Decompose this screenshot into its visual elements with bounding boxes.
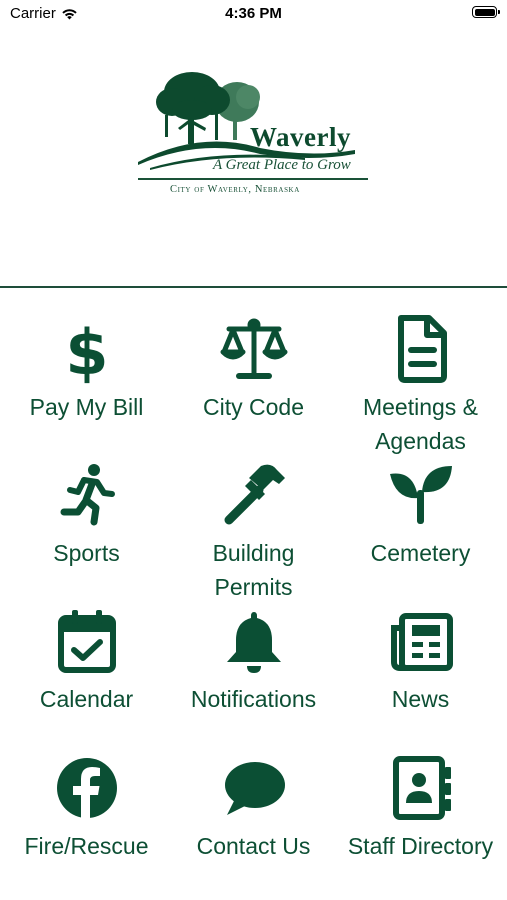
bell-icon <box>219 606 289 676</box>
logo-tagline: A Great Place to Grow <box>213 157 351 173</box>
newspaper-icon <box>386 606 456 676</box>
status-bar: Carrier 4:36 PM <box>0 0 507 28</box>
menu-item-label: Sports <box>53 540 120 566</box>
svg-text:$: $ <box>65 316 108 384</box>
menu-item-staff-directory[interactable]: Staff Directory <box>336 753 505 863</box>
menu-item-label: City Code <box>203 394 304 420</box>
menu-item-meetings-agendas[interactable]: Meetings & Agendas <box>336 314 505 458</box>
running-icon <box>52 460 122 530</box>
menu-item-contact-us[interactable]: Contact Us <box>169 753 338 863</box>
menu-item-cemetery[interactable]: Cemetery <box>336 460 505 570</box>
menu-item-calendar[interactable]: Calendar <box>2 606 171 716</box>
menu-item-label: Building Permits <box>169 536 338 604</box>
calendar-check-icon <box>52 606 122 676</box>
address-book-icon <box>386 753 456 823</box>
menu-item-label: Pay My Bill <box>29 394 144 420</box>
menu-item-pay-my-bill[interactable]: $ Pay My Bill <box>2 314 171 424</box>
waverly-logo: Waverly A Great Place to Grow City of Wa… <box>130 70 380 205</box>
logo-city-line: City of Waverly, Nebraska <box>170 184 300 195</box>
menu-item-label: Notifications <box>190 686 317 712</box>
label-line-2: Agendas <box>375 428 466 454</box>
menu-item-label: Meetings & Agendas <box>336 390 505 458</box>
logo-title: Waverly <box>250 122 351 152</box>
menu-item-label: News <box>391 686 450 712</box>
menu-item-news[interactable]: News <box>336 606 505 716</box>
dollar-icon: $ <box>52 314 122 384</box>
header-divider <box>0 286 507 288</box>
menu-item-label: Staff Directory <box>347 833 494 859</box>
menu-item-label: Contact Us <box>196 833 311 859</box>
logo-rule <box>138 178 368 180</box>
chat-bubble-icon <box>219 753 289 823</box>
menu-item-sports[interactable]: Sports <box>2 460 171 570</box>
menu-item-fire-rescue[interactable]: Fire/Rescue <box>2 753 171 863</box>
status-time: 4:36 PM <box>225 5 282 22</box>
document-icon <box>386 314 456 384</box>
label-line-1: Meetings & <box>362 394 479 420</box>
facebook-icon <box>52 753 122 823</box>
menu-item-city-code[interactable]: City Code <box>169 314 338 424</box>
hammer-icon <box>219 460 289 530</box>
menu-item-building-permits[interactable]: Building Permits <box>169 460 338 604</box>
menu-item-notifications[interactable]: Notifications <box>169 606 338 716</box>
scale-icon <box>219 314 289 384</box>
label-line-2: Permits <box>214 574 293 600</box>
menu-item-label: Cemetery <box>370 540 471 566</box>
app-screen: Carrier 4:36 PM Waverly A Great Place to… <box>0 0 507 900</box>
seedling-icon <box>386 460 456 530</box>
battery-icon <box>472 6 500 18</box>
menu-item-label: Fire/Rescue <box>24 833 149 859</box>
menu-item-label: Calendar <box>39 686 134 712</box>
label-line-1: Building <box>212 540 295 566</box>
